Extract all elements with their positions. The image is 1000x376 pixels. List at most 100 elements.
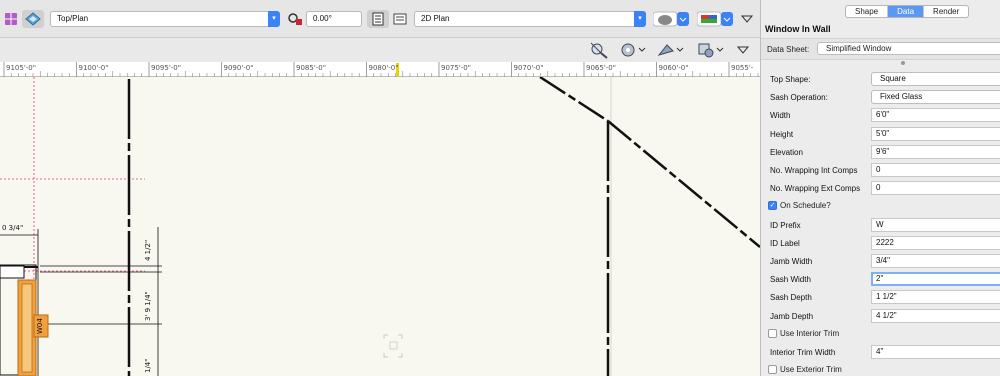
ruler-label: 9070'-0" (513, 64, 544, 72)
property-label: Use Exterior Trim (780, 365, 842, 375)
class-color-icon[interactable] (696, 10, 734, 28)
dimension-label-top: 0 3/4" (2, 224, 24, 232)
ruler-label: 9090'-0" (223, 64, 254, 72)
data-sheet-value: Simplified Window (826, 44, 892, 53)
tab-render[interactable]: Render (924, 6, 968, 17)
interior-trim-width-field[interactable]: 4" (871, 345, 1000, 359)
use-interior-trim-checkbox[interactable] (768, 328, 777, 338)
plan-drawing (0, 77, 760, 376)
on-schedule-checkbox[interactable]: ✓ (768, 201, 777, 211)
palette-tabs: Shape Data Render (845, 5, 970, 18)
ruler-label: 9075'-0" (441, 64, 471, 72)
property-label: ID Label (770, 238, 800, 248)
property-row-use-interior-trim: Use Interior Trim (761, 326, 1000, 344)
property-label: Height (770, 129, 794, 139)
elevation-field[interactable]: 9'6" (871, 144, 1000, 159)
width-field[interactable]: 6'0" (871, 108, 1000, 123)
ruler-label: 9060'-0" (658, 64, 689, 72)
property-row-no-wrapping-int-comps: No. Wrapping Int Comps 0 (761, 162, 1000, 180)
property-row-use-exterior-trim: Use Exterior Trim (761, 362, 1000, 376)
data-sheet-row: Data Sheet: Simplified Window (761, 38, 1000, 60)
property-row-interior-trim-width: Interior Trim Width 4" (761, 344, 1000, 362)
view-options-icon[interactable] (696, 41, 726, 59)
snapping-toolbar (0, 38, 760, 62)
lighting-teapot-icon[interactable] (652, 10, 690, 28)
property-row-id-label: ID Label 2222 (761, 235, 1000, 253)
use-exterior-trim-checkbox[interactable] (768, 365, 777, 375)
property-row-jamb-width: Jamb Width 3/4" (761, 253, 1000, 271)
property-row-no-wrapping-ext-comps: No. Wrapping Ext Comps 0 (761, 180, 1000, 198)
property-label: Jamb Width (770, 257, 813, 266)
no-wrapping-int-comps-field[interactable]: 0 (871, 163, 1000, 177)
property-label: On Schedule? (780, 201, 831, 211)
object-info-palette: Shape Data Render Window In Wall Data Sh… (760, 0, 1000, 376)
height-field[interactable]: 5'0" (871, 126, 1000, 141)
drawing-application: Top/Plan ▾ 0.00° 2D Plan ▾ 9105'-0" 9100… (0, 0, 760, 376)
sheet-layer-icon[interactable] (367, 10, 389, 28)
no-wrapping-ext-comps-field[interactable]: 0 (871, 181, 1000, 196)
ruler-label: 9105'-0" (6, 64, 36, 72)
data-sheet-select[interactable]: Simplified Window (817, 42, 1000, 55)
property-row-sash-width: Sash Width 2" (761, 271, 1000, 289)
toolbar-overflow-icon[interactable] (736, 41, 750, 59)
property-row-width: Width 6'0" (761, 107, 1000, 125)
property-label: Interior Trim Width (770, 348, 836, 357)
property-label: No. Wrapping Int Comps (770, 166, 858, 175)
tab-data[interactable]: Data (888, 6, 925, 17)
chevron-down-icon: ▾ (268, 11, 280, 27)
rotation-field[interactable]: 0.00° (306, 11, 362, 27)
ruler-label: 9085'-0" (296, 64, 326, 72)
toolbar-overflow-icon[interactable] (740, 10, 754, 28)
resize-handle-icon[interactable] (901, 61, 905, 65)
view-select-value: Top/Plan (57, 14, 89, 23)
sash-width-field[interactable]: 2" (871, 272, 1000, 287)
flyover-icon[interactable] (22, 10, 44, 28)
property-label: Use Interior Trim (780, 328, 840, 338)
snap-tool-icon[interactable] (656, 41, 686, 59)
render-mode-select[interactable]: 2D Plan ▾ (414, 11, 646, 27)
property-label: Elevation (770, 147, 803, 157)
property-label: Sash Depth (770, 293, 812, 303)
property-row-height: Height 5'0" (761, 126, 1000, 144)
window-id-tag: W04 (36, 318, 44, 334)
rotation-value: 0.00° (313, 14, 332, 23)
pan-zoom-icon[interactable] (588, 41, 610, 59)
ruler-label: 9055'- (731, 64, 754, 72)
dimension-label-v1: 4 1/2" (144, 239, 152, 261)
id-label-field[interactable]: 2222 (871, 235, 1000, 250)
chevron-down-icon: ▾ (634, 11, 646, 27)
jamb-depth-field[interactable]: 4 1/2" (871, 308, 1000, 323)
drawing-canvas[interactable]: 0 3/4" 4 1/2" 3' 9 1/4" 1/4" W04 (0, 77, 760, 376)
render-mode-value: 2D Plan (421, 14, 450, 23)
sash-depth-field[interactable]: 1 1/2" (871, 290, 1000, 305)
rotate-plan-icon[interactable] (287, 10, 303, 28)
property-row-jamb-depth: Jamb Depth 4 1/2" (761, 308, 1000, 326)
layers-icon[interactable] (3, 10, 19, 28)
property-label: Jamb Depth (770, 311, 814, 321)
dimension-label-v3: 1/4" (144, 358, 152, 374)
jamb-width-field[interactable]: 3/4" (871, 254, 1000, 268)
gear-icon[interactable] (618, 41, 648, 59)
property-label: Sash Operation: (770, 93, 828, 103)
property-row-id-prefix: ID Prefix W (761, 217, 1000, 235)
id-prefix-field[interactable]: W (871, 217, 1000, 232)
sash-operation-field[interactable]: Fixed Glass (871, 90, 1000, 105)
property-label: No. Wrapping Ext Comps (770, 184, 861, 194)
property-row-elevation: Elevation 9'6" (761, 144, 1000, 162)
data-sheet-label: Data Sheet: (767, 45, 810, 54)
property-row-on-schedule: ✓ On Schedule? (761, 198, 1000, 216)
tab-shape[interactable]: Shape (846, 6, 889, 17)
view-select[interactable]: Top/Plan ▾ (50, 11, 280, 27)
palette-title: Window In Wall (765, 24, 831, 34)
ruler-label: 9080'-0" (368, 64, 399, 72)
property-label: Top Shape: (770, 75, 811, 84)
property-label: Sash Width (770, 275, 811, 285)
ruler-label: 9065'-0" (586, 64, 616, 72)
top-shape-field[interactable]: Square (871, 72, 1000, 86)
property-row-sash-operation: Sash Operation: Fixed Glass (761, 89, 1000, 107)
property-row-top-shape: Top Shape: Square (761, 71, 1000, 89)
design-layer-icon[interactable] (392, 10, 408, 28)
property-row-sash-depth: Sash Depth 1 1/2" (761, 289, 1000, 307)
property-label: ID Prefix (770, 220, 801, 230)
ruler-label: 9100'-0" (78, 64, 109, 72)
